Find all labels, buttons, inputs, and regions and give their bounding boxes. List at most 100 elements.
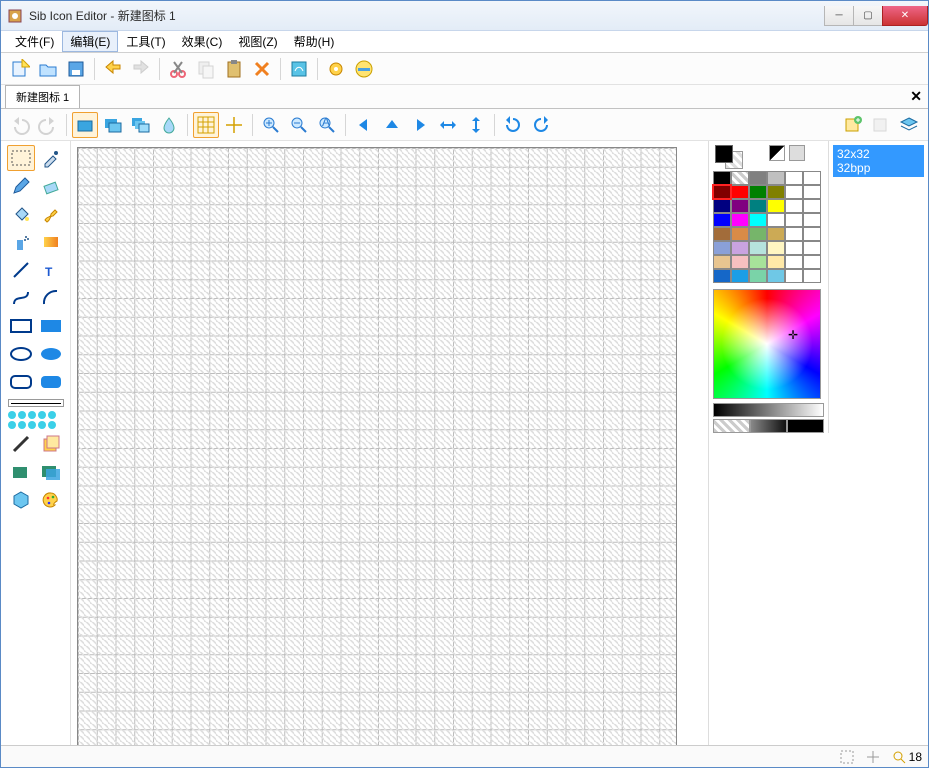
color-swatch[interactable] (731, 241, 749, 255)
color-swatch[interactable] (785, 269, 803, 283)
import-icon[interactable] (100, 56, 126, 82)
color-swatch[interactable] (803, 255, 821, 269)
menu-file[interactable]: 文件(F) (7, 31, 62, 52)
rotate-right-icon[interactable] (528, 112, 554, 138)
paste-icon[interactable] (221, 56, 247, 82)
tool-ellipse-filled[interactable] (37, 341, 65, 367)
tool-rect-outline[interactable] (7, 313, 35, 339)
alpha-slider[interactable] (713, 419, 824, 433)
color-swatch[interactable] (731, 185, 749, 199)
color-swatch[interactable] (767, 227, 785, 241)
brightness-slider[interactable] (713, 403, 824, 417)
delete-icon[interactable] (249, 56, 275, 82)
tool-text[interactable]: T (37, 257, 65, 283)
pixel-canvas[interactable] (77, 147, 677, 745)
tool-crop1[interactable] (7, 459, 35, 485)
swap-colors-icon[interactable] (769, 145, 785, 161)
color-swatch[interactable] (803, 213, 821, 227)
color-swatch[interactable] (749, 185, 767, 199)
color-swatch[interactable] (767, 255, 785, 269)
tool-select-rect[interactable] (7, 145, 35, 171)
grid-icon[interactable] (193, 112, 219, 138)
minimize-button[interactable]: ─ (824, 6, 854, 26)
color-swatch[interactable] (767, 171, 785, 185)
tool-palette[interactable] (37, 487, 65, 513)
settings-icon[interactable] (323, 56, 349, 82)
tool-spray[interactable] (7, 229, 35, 255)
tool-stamp[interactable] (7, 431, 35, 457)
color-swatch[interactable] (803, 227, 821, 241)
color-swatch[interactable] (749, 199, 767, 213)
color-swatch[interactable] (749, 171, 767, 185)
menu-help[interactable]: 帮助(H) (286, 31, 343, 52)
layer3-icon[interactable] (128, 112, 154, 138)
tool-brush[interactable] (37, 201, 65, 227)
color-swatch[interactable] (749, 241, 767, 255)
color-swatch[interactable] (713, 199, 731, 213)
color-swatch[interactable] (767, 199, 785, 213)
zoom-fit-icon[interactable]: A (314, 112, 340, 138)
default-colors-icon[interactable] (789, 145, 805, 161)
foreground-color[interactable] (715, 145, 733, 163)
tool-eraser[interactable] (37, 173, 65, 199)
color-swatch[interactable] (803, 241, 821, 255)
tool-fill[interactable] (7, 201, 35, 227)
arrow-right-icon[interactable] (407, 112, 433, 138)
color-swatch[interactable] (731, 227, 749, 241)
tab-active[interactable]: 新建图标 1 (5, 85, 80, 108)
menu-effects[interactable]: 效果(C) (174, 31, 231, 52)
color-swatch[interactable] (767, 241, 785, 255)
brush-size-dots[interactable] (8, 411, 64, 429)
tool-3d[interactable] (37, 431, 65, 457)
cut-icon[interactable] (165, 56, 191, 82)
tool-arc[interactable] (37, 285, 65, 311)
color-swatch[interactable] (803, 185, 821, 199)
help-icon[interactable] (351, 56, 377, 82)
color-swatch[interactable] (803, 269, 821, 283)
tool-curve[interactable] (7, 285, 35, 311)
tool-rect-filled[interactable] (37, 313, 65, 339)
arrow-horiz-icon[interactable] (435, 112, 461, 138)
color-swatch[interactable] (803, 199, 821, 213)
color-swatch[interactable] (785, 227, 803, 241)
color-swatch[interactable] (767, 269, 785, 283)
color-swatch[interactable] (785, 199, 803, 213)
open-icon[interactable] (35, 56, 61, 82)
menu-view[interactable]: 视图(Z) (230, 31, 285, 52)
color-swatch[interactable] (767, 213, 785, 227)
rotate-left-icon[interactable] (500, 112, 526, 138)
tool-cube[interactable] (7, 487, 35, 513)
layers-panel-icon[interactable] (896, 112, 922, 138)
color-swatch[interactable] (713, 171, 731, 185)
save-icon[interactable] (63, 56, 89, 82)
line-width-selector[interactable] (8, 399, 64, 407)
color-swatch[interactable] (731, 199, 749, 213)
tool-gradient[interactable] (37, 229, 65, 255)
color-swatch[interactable] (785, 213, 803, 227)
color-swatch[interactable] (803, 171, 821, 185)
color-swatch[interactable] (713, 241, 731, 255)
layer2-icon[interactable] (100, 112, 126, 138)
color-swatch[interactable] (713, 227, 731, 241)
menu-tools[interactable]: 工具(T) (118, 31, 173, 52)
tool-roundrect-outline[interactable] (7, 369, 35, 395)
color-swatch[interactable] (713, 213, 731, 227)
arrow-up-icon[interactable] (379, 112, 405, 138)
color-swatch[interactable] (731, 171, 749, 185)
format-item[interactable]: 32x32 32bpp (833, 145, 924, 177)
arrow-vert-icon[interactable] (463, 112, 489, 138)
droplet-icon[interactable] (156, 112, 182, 138)
add-format-icon[interactable] (840, 112, 866, 138)
tool-ellipse-outline[interactable] (7, 341, 35, 367)
fg-bg-swatches[interactable] (709, 141, 828, 169)
zoom-out-icon[interactable] (286, 112, 312, 138)
maximize-button[interactable]: ▢ (853, 6, 883, 26)
color-swatch[interactable] (749, 213, 767, 227)
arrow-left-icon[interactable] (351, 112, 377, 138)
color-swatch[interactable] (731, 213, 749, 227)
tool-crop2[interactable] (37, 459, 65, 485)
color-swatch[interactable] (749, 255, 767, 269)
zoom-in-icon[interactable] (258, 112, 284, 138)
color-swatch[interactable] (785, 171, 803, 185)
tab-close-icon[interactable]: ✕ (910, 88, 922, 105)
